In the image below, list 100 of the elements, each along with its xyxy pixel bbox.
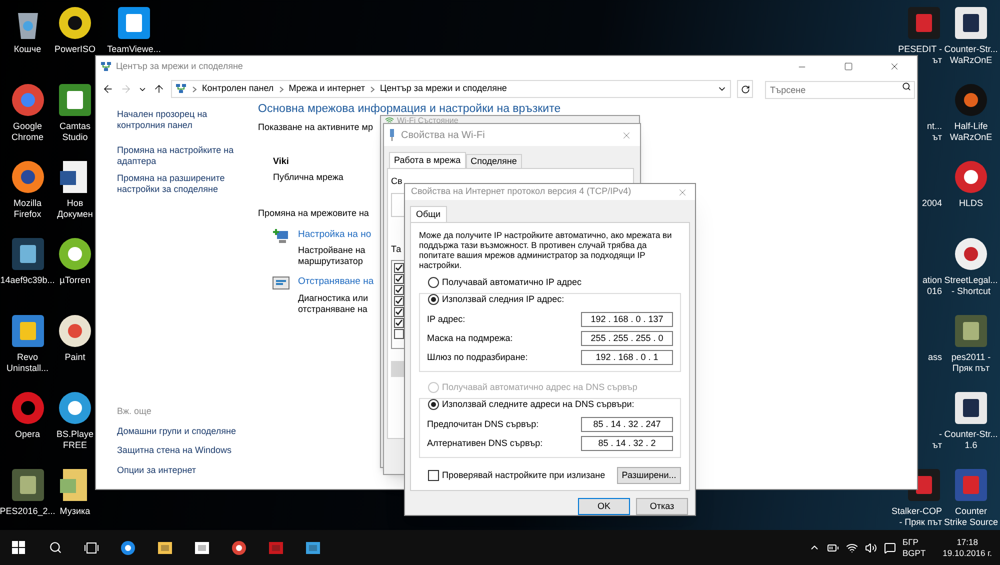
volume-icon[interactable]: [864, 542, 877, 554]
desktop-icon-label[interactable]: Opera: [14, 429, 40, 440]
tab[interactable]: Общи: [410, 206, 447, 222]
desktop-icon-label[interactable]: TeamViewe...: [107, 44, 161, 55]
window-title: Свойства на Интернет протокол версия 4 (TCP/IPv4): [411, 185, 632, 198]
field-label: Предпочитан DNS сървър:: [427, 418, 539, 431]
breadcrumb-item[interactable]: Център за мрежи и споделяне: [380, 82, 507, 96]
desktop-icon-label[interactable]: nt... ът: [926, 121, 942, 143]
notifications-icon[interactable]: [884, 542, 896, 554]
radio-button[interactable]: [428, 294, 439, 305]
desktop-icon-label[interactable]: BS.Playe FREE: [56, 429, 94, 451]
task-link[interactable]: Отстраняване на: [298, 275, 374, 290]
checkbox[interactable]: [394, 274, 404, 284]
sidebar-link[interactable]: Промяна на настройките на адаптера: [117, 145, 242, 167]
window-title: Център за мрежи и споделяне: [116, 60, 243, 73]
breadcrumb-item[interactable]: Мрежа и интернет: [288, 82, 365, 96]
battery-icon[interactable]: [826, 542, 839, 554]
chevron-icon: [192, 86, 197, 92]
desktop-icon-label[interactable]: Counter-Str... WaRzOnE: [944, 44, 998, 66]
task-link[interactable]: Настройка на но: [298, 228, 372, 242]
search-icon[interactable]: [49, 541, 62, 554]
radio-button[interactable]: [428, 398, 439, 410]
sidebar-link[interactable]: Начален прозорец на контролния панел: [117, 109, 242, 131]
task-description: Диагностика или отстраняване на: [298, 292, 369, 314]
tab[interactable]: Споделяне: [466, 154, 522, 168]
up-icon[interactable]: [153, 83, 165, 95]
address-bar[interactable]: Контролен панел Мрежа и интернет Център за мрежи и споделяне: [171, 80, 731, 98]
troubleshoot-icon: [272, 275, 290, 292]
radio-label: Получавай автоматично адрес на DNS сървър: [442, 381, 638, 394]
windows-logo-icon[interactable]: [12, 541, 25, 554]
desktop-icon-label[interactable]: Stalker-COP - Пряк път: [891, 506, 942, 528]
folder-icon[interactable]: [157, 540, 173, 556]
ok-button[interactable]: OK: [578, 498, 630, 515]
close-icon[interactable]: [621, 130, 632, 140]
field-label: Алтернативен DNS сървър:: [427, 436, 543, 450]
intro-text: Може да получите IP настройките автоматично, ако мрежата ви поддържа тази възможност. В противен случай трябва да попитате вашия мрежов администратор за подходящи IP настройки.: [419, 230, 673, 270]
desktop-icon-label[interactable]: ation 016: [922, 275, 942, 297]
wifi-icon[interactable]: [846, 542, 858, 554]
back-icon[interactable]: [102, 83, 114, 95]
desktop-icon-label[interactable]: Camtas Studio: [59, 121, 90, 143]
checkbox-label: Проверявай настройките при излизане: [442, 468, 606, 482]
desktop-icon-label[interactable]: Mozilla Firefox: [13, 198, 42, 220]
desktop-icon-label[interactable]: 14aef9c39b...: [0, 275, 55, 286]
desktop-icon-label[interactable]: PESEDIT - ът: [898, 44, 942, 66]
clock[interactable]: 17:18 19.10.2016 г.: [942, 536, 992, 558]
desktop-icon-label[interactable]: - ът: [932, 429, 942, 451]
checkbox[interactable]: [394, 307, 404, 317]
radio-button[interactable]: [428, 277, 439, 288]
checkbox[interactable]: [394, 296, 404, 306]
desktop-icon-label[interactable]: HLDS: [958, 198, 983, 209]
desktop-icon-label[interactable]: µTorren: [60, 275, 90, 286]
checkbox[interactable]: [394, 318, 404, 328]
checkbox[interactable]: [394, 285, 404, 295]
desktop-icon-label[interactable]: PES2016_2...: [0, 506, 56, 517]
desktop-icon-label[interactable]: Нов Докумен: [57, 198, 93, 220]
desktop-icon-label[interactable]: Google Chrome: [11, 121, 44, 143]
desktop-icon-label[interactable]: Музика: [60, 506, 90, 517]
ip-address-field[interactable]: 85 . 14 . 32 . 247: [581, 417, 673, 432]
network-type: Публична мрежа: [273, 171, 344, 184]
task-description: Настройване на маршрутизатор: [298, 245, 366, 268]
close-icon[interactable]: [677, 186, 688, 198]
breadcrumb-item[interactable]: Контролен панел: [202, 82, 274, 96]
tab[interactable]: Работа в мрежа: [389, 152, 466, 168]
checkbox[interactable]: [394, 329, 404, 339]
ip-address-field[interactable]: 255 . 255 . 255 . 0: [581, 331, 673, 346]
language-indicator[interactable]: БГР BGPT: [902, 536, 926, 558]
desktop-icon-label[interactable]: pes2011 - Пряк път: [951, 352, 991, 374]
checkbox[interactable]: [428, 470, 439, 481]
chevron-icon: [370, 86, 375, 92]
desktop-icon-label[interactable]: StreetLegal... - Shortcut: [944, 275, 998, 297]
ip-address-field[interactable]: 85 . 14 . 32 . 2: [581, 436, 673, 451]
search-field[interactable]: Търсене: [765, 81, 915, 99]
desktop-icon-label[interactable]: Counter-Str... 1.6: [944, 429, 998, 451]
see-also-link[interactable]: Защитна стена на Windows: [117, 444, 258, 458]
checkbox[interactable]: [394, 263, 404, 273]
section-label: Та: [391, 242, 402, 256]
field-label: Маска на подмрежа:: [427, 332, 513, 345]
refresh-icon: [740, 84, 750, 94]
desktop-icon-label[interactable]: 2004: [922, 198, 942, 209]
task-view-icon[interactable]: [84, 542, 99, 554]
field-label: IP адрес:: [427, 312, 466, 326]
see-also-link[interactable]: Опции за интернет: [117, 464, 258, 477]
cancel-button[interactable]: Отказ: [636, 498, 688, 515]
ip-address-field[interactable]: 192 . 168 . 0 . 1: [581, 350, 673, 365]
ip-address-field[interactable]: 192 . 168 . 0 . 137: [581, 312, 673, 327]
advanced-button[interactable]: Разширени...: [617, 467, 681, 484]
desktop-icon-label[interactable]: Counter Strike Source: [944, 506, 998, 528]
desktop-icon-label[interactable]: Revo Uninstall...: [6, 352, 49, 374]
section-label: Промяна на мрежовите на: [258, 206, 369, 220]
desktop-icon-label[interactable]: PowerISO: [54, 44, 96, 55]
refresh-button[interactable]: [737, 80, 753, 98]
desktop-icon-label[interactable]: ass: [928, 352, 942, 363]
desktop-icon-label[interactable]: Paint: [64, 352, 86, 363]
adapter-icon: [389, 129, 395, 141]
sidebar-link[interactable]: Промяна на разширените настройки за споделяне: [117, 173, 242, 195]
see-also-link[interactable]: Домашни групи и споделяне: [117, 424, 258, 438]
desktop-icon-label[interactable]: Кошче: [14, 44, 42, 55]
search-icon[interactable]: [902, 82, 911, 91]
close-icon: [888, 61, 900, 72]
desktop-icon-label[interactable]: Half-Life WaRzOnE: [950, 121, 992, 143]
